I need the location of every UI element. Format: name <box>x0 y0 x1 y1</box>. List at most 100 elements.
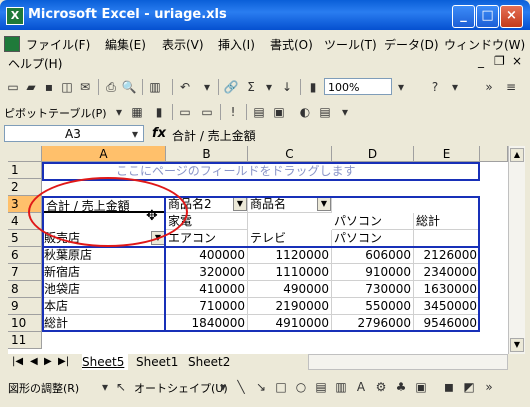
vertical-scrollbar[interactable]: ▲ ▼ <box>508 146 525 354</box>
value-cell[interactable]: 490000 <box>248 281 332 298</box>
formula-input[interactable]: 合計 / 売上金額 <box>172 127 256 144</box>
print-icon[interactable]: ⎙ <box>102 78 120 96</box>
value-cell[interactable]: 606000 <box>332 247 414 264</box>
picture-icon[interactable]: ▣ <box>412 378 430 396</box>
prev-sheet-icon[interactable]: ◀ <box>30 356 38 367</box>
wordart-icon[interactable]: A <box>352 378 370 396</box>
tab-sheet2[interactable]: Sheet2 <box>188 354 234 370</box>
value-cell[interactable]: 2796000 <box>332 315 414 332</box>
hide-detail-icon[interactable]: ▭ <box>176 103 194 121</box>
value-cell[interactable]: 1120000 <box>248 247 332 264</box>
undo-icon[interactable]: ↶ <box>176 78 194 96</box>
row-header[interactable]: 10 <box>8 315 42 332</box>
open-icon[interactable]: ▰ <box>22 78 40 96</box>
arrow-icon[interactable]: ↘ <box>252 378 270 396</box>
select-objects-icon[interactable]: ↖ <box>112 378 130 396</box>
new-icon[interactable]: ▭ <box>4 78 22 96</box>
scroll-down-icon[interactable]: ▼ <box>510 338 524 352</box>
toolbar-more-icon[interactable]: ≡ <box>502 78 520 96</box>
save-icon[interactable]: ▪ <box>40 78 58 96</box>
always-display-items-icon[interactable]: ▣ <box>270 103 288 121</box>
column-header-b[interactable]: B <box>166 146 248 162</box>
autosum-icon[interactable]: Σ <box>242 78 260 96</box>
menu-window[interactable]: ウィンドウ(W) <box>444 36 525 53</box>
menu-edit[interactable]: 編集(E) <box>105 36 146 53</box>
menu-tools[interactable]: ツール(T) <box>324 36 377 53</box>
field-list-icon[interactable]: ▤ <box>316 103 334 121</box>
row-header[interactable]: 7 <box>8 264 42 281</box>
row-header[interactable]: 1 <box>8 162 42 179</box>
menu-insert[interactable]: 挿入(I) <box>218 36 255 53</box>
email-icon[interactable]: ✉ <box>76 78 94 96</box>
rectangle-icon[interactable]: □ <box>272 378 290 396</box>
column-header-d[interactable]: D <box>332 146 414 162</box>
research-icon[interactable]: ▥ <box>146 78 164 96</box>
column-header-c[interactable]: C <box>248 146 332 162</box>
store-cell[interactable]: 新宿店 <box>42 264 166 281</box>
column-field-dropdown-icon[interactable]: ▼ <box>233 197 247 211</box>
excel-app-icon[interactable]: X <box>6 7 24 25</box>
store-cell[interactable]: 池袋店 <box>42 281 166 298</box>
value-cell[interactable]: 1110000 <box>248 264 332 281</box>
pivottable-menu-button[interactable]: ピボットテーブル(P) <box>4 105 107 121</box>
insert-function-button[interactable]: fx <box>152 126 166 141</box>
total-cell[interactable]: 2340000 <box>414 264 480 281</box>
menu-view[interactable]: 表示(V) <box>162 36 204 53</box>
column-header-f[interactable] <box>480 146 508 162</box>
value-cell[interactable]: 2190000 <box>248 298 332 315</box>
format-report-icon[interactable]: ▦ <box>128 103 146 121</box>
horizontal-scrollbar[interactable] <box>308 354 508 370</box>
store-cell[interactable]: 総計 <box>42 315 166 332</box>
total-cell[interactable]: 9546000 <box>414 315 480 332</box>
field-settings-icon[interactable]: ◐ <box>296 103 314 121</box>
maximize-button[interactable]: □ <box>476 5 499 28</box>
toolbar-options-dropdown-icon[interactable]: ▾ <box>336 103 354 121</box>
column-field-dropdown-icon[interactable]: ▼ <box>317 197 331 211</box>
close-button[interactable]: × <box>500 5 523 28</box>
shadow-icon[interactable]: ◼ <box>440 378 458 396</box>
row-header[interactable]: 5 <box>8 230 42 247</box>
column-header-a[interactable]: A <box>42 146 166 162</box>
value-cell[interactable]: 4910000 <box>248 315 332 332</box>
last-sheet-icon[interactable]: ▶| <box>58 356 69 367</box>
tab-sheet1[interactable]: Sheet1 <box>136 354 182 370</box>
textbox-icon[interactable]: ▤ <box>312 378 330 396</box>
name-box[interactable]: A3 <box>4 125 144 142</box>
doc-minimize-button[interactable]: _ <box>478 54 484 68</box>
menu-format[interactable]: 書式(O) <box>270 36 313 53</box>
first-sheet-icon[interactable]: |◀ <box>12 356 23 367</box>
doc-restore-button[interactable]: ❐ <box>494 54 505 68</box>
worksheet-grid[interactable]: A B C D E 1 2 3 4 5 6 7 8 9 10 11 ここにページ… <box>8 146 508 354</box>
row-header[interactable]: 8 <box>8 281 42 298</box>
cell-c5[interactable]: テレビ <box>248 230 332 247</box>
line-icon[interactable]: ╲ <box>232 378 250 396</box>
next-sheet-icon[interactable]: ▶ <box>44 356 52 367</box>
row-header[interactable]: 2 <box>8 179 42 196</box>
cell-b5[interactable]: エアコン <box>166 230 248 247</box>
permission-icon[interactable]: ◫ <box>58 78 76 96</box>
help-dropdown-icon[interactable]: ▾ <box>446 78 464 96</box>
cell-d4[interactable]: パソコン <box>332 213 414 230</box>
print-preview-icon[interactable]: 🔍 <box>120 78 138 96</box>
autoshape-dropdown-icon[interactable]: ▾ <box>214 378 232 396</box>
value-cell[interactable]: 710000 <box>166 298 248 315</box>
zoom-dropdown-icon[interactable]: ▾ <box>392 78 410 96</box>
value-cell[interactable]: 400000 <box>166 247 248 264</box>
value-cell[interactable]: 730000 <box>332 281 414 298</box>
vertical-textbox-icon[interactable]: ▥ <box>332 378 350 396</box>
total-cell[interactable]: 3450000 <box>414 298 480 315</box>
sort-ascending-icon[interactable]: ↓ <box>278 78 296 96</box>
menu-file[interactable]: ファイル(F) <box>26 36 90 53</box>
cell-e4[interactable]: 総計 <box>414 213 480 230</box>
cell-d5[interactable]: パソコン <box>332 230 414 247</box>
column-header-e[interactable]: E <box>414 146 480 162</box>
store-cell[interactable]: 秋葉原店 <box>42 247 166 264</box>
value-cell[interactable]: 320000 <box>166 264 248 281</box>
oval-icon[interactable]: ○ <box>292 378 310 396</box>
tab-sheet5[interactable]: Sheet5 <box>82 354 128 370</box>
clipart-icon[interactable]: ♣ <box>392 378 410 396</box>
select-all-corner[interactable] <box>8 146 42 162</box>
name-box-dropdown-icon[interactable]: ▾ <box>126 125 144 143</box>
chart-wizard-icon[interactable]: ▮ <box>304 78 322 96</box>
autosum-dropdown-icon[interactable]: ▾ <box>260 78 278 96</box>
